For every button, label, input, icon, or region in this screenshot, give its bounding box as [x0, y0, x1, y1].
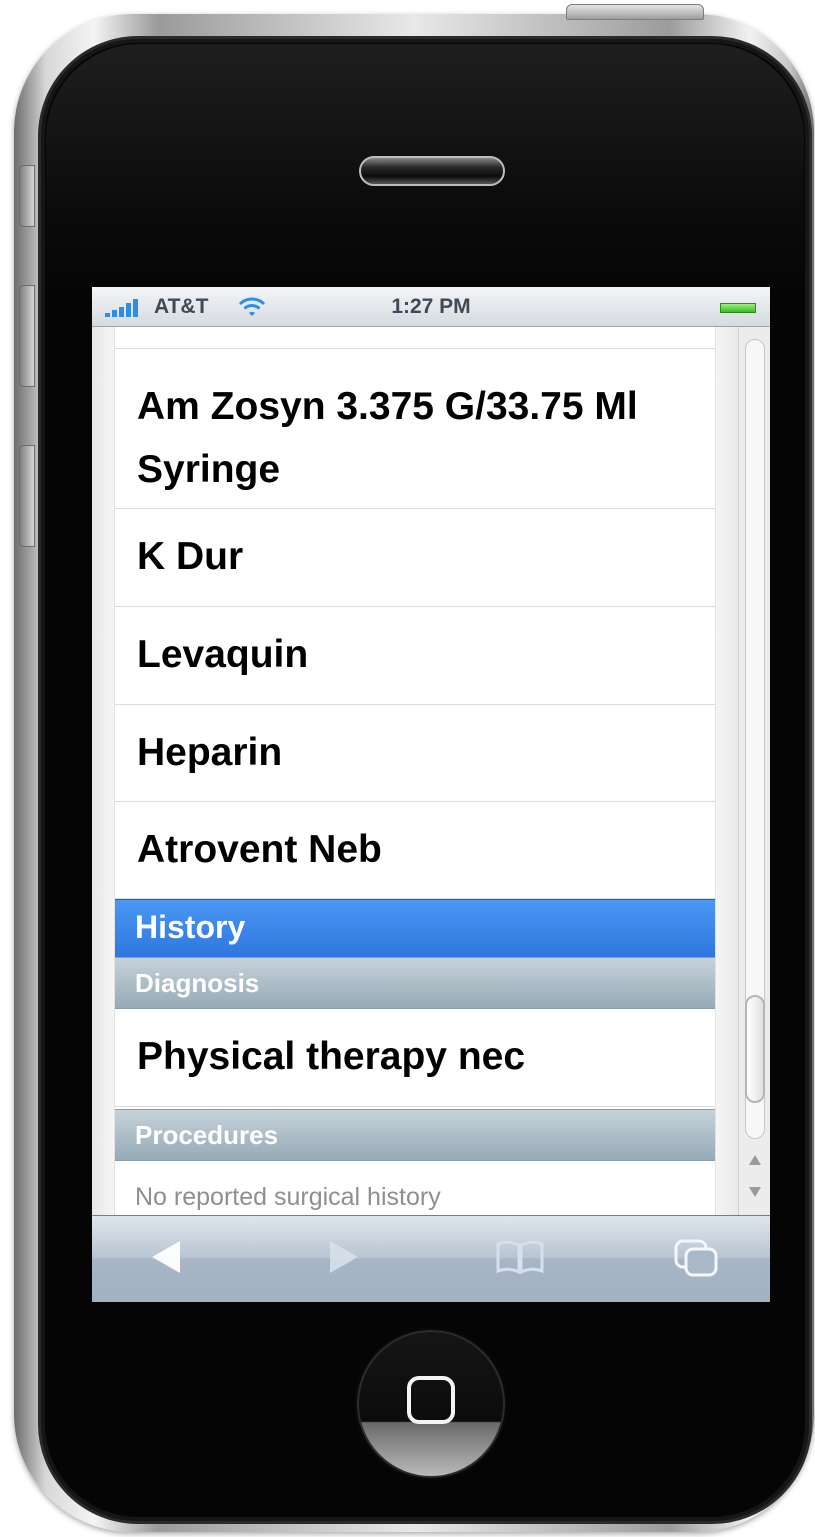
diagnosis-label: Physical therapy nec [137, 1035, 526, 1078]
right-gutter [716, 327, 738, 1215]
status-bar: AT&T 1:27 PM [92, 287, 770, 327]
medication-label: Atrovent Neb [137, 828, 382, 871]
left-gutter [92, 327, 114, 1215]
medication-item[interactable]: K Dur [115, 509, 715, 607]
history-section-header: History [115, 899, 715, 957]
scrollbar-thumb[interactable] [745, 995, 765, 1103]
procedures-header-label: Procedures [135, 1120, 279, 1150]
medication-label: Am Zosyn 3.375 G/33.75 Ml Syringe [137, 385, 638, 491]
medication-item[interactable]: Heparin [115, 705, 715, 802]
pages-icon[interactable] [668, 1232, 728, 1282]
bookmarks-icon[interactable] [490, 1232, 550, 1282]
sleep-button [566, 4, 704, 20]
diagnosis-subheader: Diagnosis [115, 957, 715, 1009]
home-square-icon [407, 1376, 455, 1424]
scroll-down-arrow-icon[interactable] [749, 1187, 761, 1197]
volume-up-button [19, 285, 35, 387]
medication-label: Levaquin [137, 633, 309, 676]
medication-item[interactable]: Atrovent Neb [115, 802, 715, 899]
medication-label: K Dur [137, 535, 244, 578]
battery-icon [720, 303, 756, 313]
earpiece-speaker [359, 156, 505, 186]
diagnosis-header-label: Diagnosis [135, 968, 260, 998]
ring-switch [19, 165, 35, 227]
scroll-up-arrow-icon[interactable] [749, 1155, 761, 1165]
volume-down-button [19, 445, 35, 547]
page-content[interactable]: Am Zosyn 3.375 G/33.75 Ml Syringe K Dur … [114, 327, 716, 1215]
browser-toolbar [92, 1215, 770, 1302]
history-header-label: History [135, 909, 246, 945]
screen: AT&T 1:27 PM Am Zosyn 3.375 G/33.75 Ml S… [92, 287, 770, 1302]
status-time: 1:27 PM [391, 295, 471, 318]
scrollbar[interactable] [738, 327, 770, 1215]
medication-item[interactable]: Levaquin [115, 607, 715, 705]
medication-label: Heparin [137, 731, 283, 774]
home-button[interactable] [357, 1330, 505, 1478]
forward-arrow-icon[interactable] [314, 1232, 374, 1282]
medication-item[interactable]: Am Zosyn 3.375 G/33.75 Ml Syringe [115, 349, 715, 509]
procedures-subheader: Procedures [115, 1109, 715, 1161]
list-item-partial [115, 327, 715, 349]
diagnosis-item[interactable]: Physical therapy nec [115, 1009, 715, 1107]
procedures-note: No reported surgical history [135, 1183, 441, 1211]
back-arrow-icon[interactable] [136, 1232, 196, 1282]
